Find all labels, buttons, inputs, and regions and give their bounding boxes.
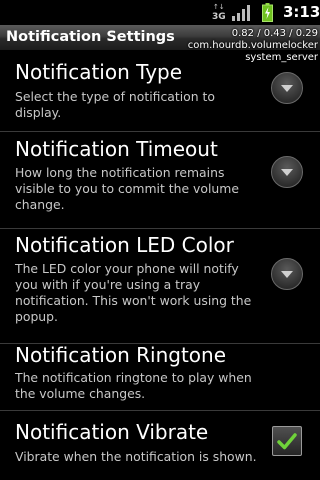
preference-summary: Vibrate when the notification is shown.	[15, 449, 257, 464]
status-bar: ↑↓ 3G 3:13	[0, 0, 320, 25]
preference-title: Notification Ringtone	[15, 343, 226, 367]
preference-title: Notification Type	[15, 60, 183, 84]
preference-summary: Select the type of notification to displ…	[15, 89, 215, 120]
battery-charging-icon	[262, 3, 273, 22]
preference-title: Notification Vibrate	[15, 420, 209, 444]
preference-notification-type[interactable]: Notification Type Select the type of not…	[0, 51, 320, 131]
checkmark-icon	[277, 433, 297, 450]
preference-summary: How long the notification remains visibl…	[15, 165, 239, 212]
preference-notification-ringtone[interactable]: Notification Ringtone The notification r…	[0, 343, 320, 410]
status-clock: 3:13	[283, 3, 320, 21]
dropdown-icon[interactable]	[271, 258, 303, 290]
signal-strength-icon	[232, 4, 252, 21]
dropdown-icon[interactable]	[271, 156, 303, 188]
page-title: Notification Settings	[6, 29, 175, 45]
dropdown-icon[interactable]	[271, 72, 303, 104]
data-activity-icon: ↑↓	[213, 3, 225, 11]
network-type-label: 3G	[212, 12, 226, 22]
load-average-overlay: 0.82 / 0.43 / 0.29	[231, 28, 318, 39]
preference-title: Notification Timeout	[15, 137, 218, 161]
preference-notification-led-color[interactable]: Notification LED Color The LED color you…	[0, 229, 320, 343]
preference-summary: The LED color your phone will notify you…	[15, 261, 252, 324]
vibrate-checkbox[interactable]	[272, 426, 302, 456]
preference-notification-vibrate[interactable]: Notification Vibrate Vibrate when the no…	[0, 411, 320, 480]
preference-summary: The notification ringtone to play when t…	[15, 370, 252, 401]
preference-notification-timeout[interactable]: Notification Timeout How long the notifi…	[0, 132, 320, 228]
network-indicator: ↑↓ 3G	[211, 3, 226, 23]
preference-title: Notification LED Color	[15, 233, 234, 257]
